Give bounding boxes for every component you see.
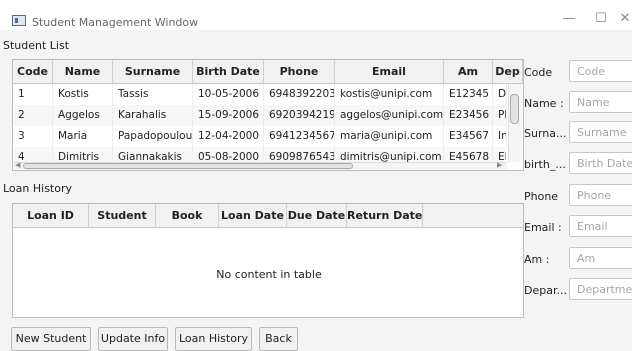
loan-history-label: Loan History (3, 182, 73, 195)
minimize-button[interactable]: — (558, 6, 580, 32)
column-header-student[interactable]: Student (89, 204, 156, 228)
column-header-name[interactable]: Name (53, 60, 113, 84)
cell-am: E45678 (444, 147, 493, 162)
cell-am: E23456 (444, 105, 493, 126)
cell-name: Maria (53, 126, 113, 147)
cell-email: aggelos@unipi.com (335, 105, 444, 126)
new-student-button[interactable]: New Student (11, 327, 91, 351)
department-input[interactable] (569, 278, 632, 300)
cell-birth-date: 05-08-2000 (193, 147, 264, 162)
column-header-am[interactable]: Am (444, 60, 493, 84)
cell-email: dimitris@unipi.com (335, 147, 444, 162)
cell-department: Ph (493, 105, 507, 126)
cell-department: In (493, 126, 507, 147)
empty-table-placeholder: No content in table (216, 268, 322, 281)
am-label: Am : (524, 253, 550, 266)
scroll-right-icon[interactable]: ▶ (497, 161, 502, 169)
cell-surname: Papadopoulou (113, 126, 193, 147)
cell-phone: 6948392203 (264, 84, 335, 105)
column-header-department[interactable]: Dep (493, 60, 523, 84)
surname-label: Surna... (524, 127, 567, 140)
vertical-scroll-thumb[interactable] (510, 94, 519, 124)
phone-input[interactable] (569, 184, 632, 206)
cell-code: 3 (13, 126, 53, 147)
email-input[interactable] (569, 215, 632, 237)
column-header-book[interactable]: Book (156, 204, 219, 228)
cell-department: El (493, 147, 506, 162)
table-row[interactable]: 2 Aggelos Karahalis 15-09-2006 692039421… (13, 105, 507, 126)
student-table[interactable]: Code Name Surname Birth Date Phone Email… (12, 59, 524, 171)
cell-department: Di (493, 84, 507, 105)
column-header-phone[interactable]: Phone (264, 60, 335, 84)
cell-code: 2 (13, 105, 53, 126)
column-header-filler (423, 204, 523, 228)
update-info-button[interactable]: Update Info (98, 327, 168, 351)
cell-surname: Karahalis (113, 105, 193, 126)
cell-email: maria@unipi.com (335, 126, 444, 147)
cell-birth-date: 12-04-2000 (193, 126, 264, 147)
cell-phone: 6909876543 (264, 147, 335, 162)
table-row[interactable]: 3 Maria Papadopoulou 12-04-2000 69412345… (13, 126, 507, 147)
phone-label: Phone (524, 190, 559, 203)
cell-surname: Giannakakis (113, 147, 193, 162)
cell-name: Dimitris (53, 147, 113, 162)
cell-birth-date: 10-05-2006 (193, 84, 264, 105)
surname-input[interactable] (569, 121, 632, 143)
department-label: Depar... (524, 284, 567, 297)
window-title: Student Management Window (32, 16, 199, 29)
table-row[interactable]: 4 Dimitris Giannakakis 05-08-2000 690987… (13, 147, 506, 162)
birth-date-input[interactable] (569, 152, 632, 174)
cell-name: Kostis (53, 84, 113, 105)
app-window-icon (12, 15, 26, 26)
maximize-button[interactable]: ☐ (590, 6, 612, 32)
loan-history-button[interactable]: Loan History (175, 327, 252, 351)
cell-code: 1 (13, 84, 53, 105)
column-header-surname[interactable]: Surname (113, 60, 193, 84)
column-header-code[interactable]: Code (13, 60, 53, 84)
horizontal-scroll-thumb[interactable] (23, 163, 353, 169)
table-row[interactable]: 1 Kostis Tassis 10-05-2006 6948392203 ko… (13, 84, 507, 105)
cell-am: E12345 (444, 84, 493, 105)
column-header-email[interactable]: Email (335, 60, 444, 84)
name-input[interactable] (569, 91, 632, 113)
code-input[interactable] (569, 60, 632, 82)
code-label: Code (524, 66, 553, 79)
student-list-label: Student List (3, 39, 70, 52)
name-label: Name : (524, 97, 564, 110)
cell-surname: Tassis (113, 84, 193, 105)
column-header-due-date[interactable]: Due Date (287, 204, 347, 228)
cell-birth-date: 15-09-2006 (193, 105, 264, 126)
column-header-loan-date[interactable]: Loan Date (219, 204, 287, 228)
close-button[interactable]: ✕ (614, 6, 632, 32)
cell-am: E34567 (444, 126, 493, 147)
cell-phone: 6920394219 (264, 105, 335, 126)
am-input[interactable] (569, 247, 632, 269)
cell-code: 4 (13, 147, 53, 162)
back-button[interactable]: Back (259, 327, 298, 351)
column-header-return-date[interactable]: Return Date (347, 204, 423, 228)
column-header-loan-id[interactable]: Loan ID (13, 204, 89, 228)
birth-date-label: birth_... (524, 158, 566, 171)
scroll-left-icon[interactable]: ◀ (15, 161, 20, 169)
email-label: Email : (524, 221, 562, 234)
cell-name: Aggelos (53, 105, 113, 126)
cell-phone: 6941234567 (264, 126, 335, 147)
loan-history-table[interactable]: Loan ID Student Book Loan Date Due Date … (12, 203, 524, 318)
column-header-birth-date[interactable]: Birth Date (193, 60, 264, 84)
cell-email: kostis@unipi.com (335, 84, 444, 105)
